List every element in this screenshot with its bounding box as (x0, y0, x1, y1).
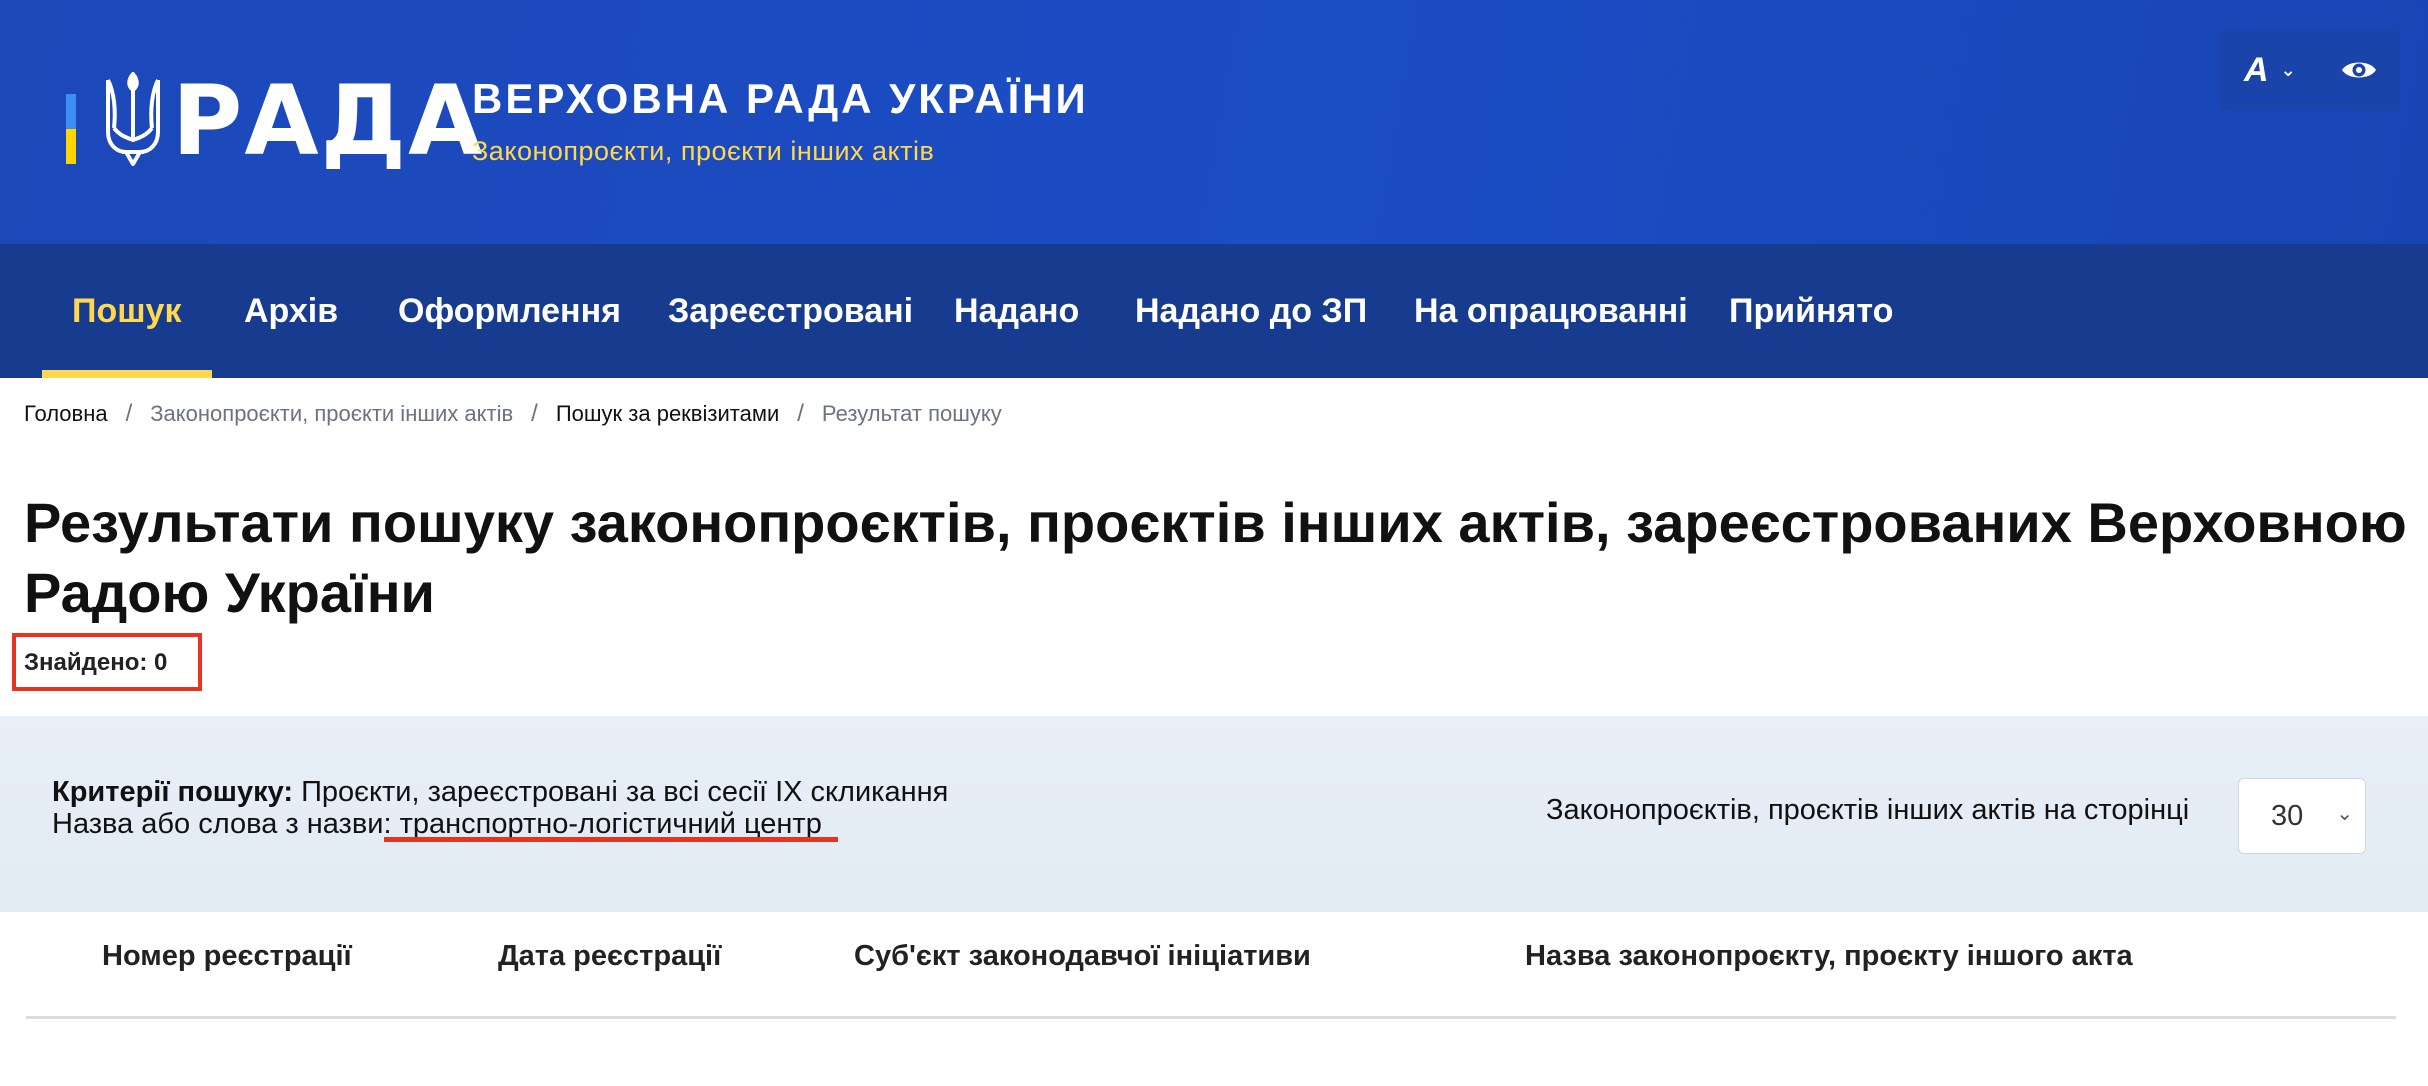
name-criteria-value: транспортно-логістичний центр (399, 808, 822, 840)
nav-item-search[interactable]: Пошук (72, 244, 181, 378)
criteria-label: Критерії пошуку: (52, 776, 294, 808)
nav-item-submitted-to-zp[interactable]: Надано до ЗП (1135, 244, 1367, 378)
flag-icon (66, 94, 76, 164)
per-page-value: 30 (2271, 799, 2304, 832)
main-nav: Пошук Архів Оформлення Зареєстровані Над… (0, 244, 2428, 378)
breadcrumb-separator: / (125, 400, 133, 427)
chevron-down-icon: ⌄ (2336, 803, 2353, 825)
table-header-divider (26, 1016, 2396, 1019)
per-page-label: Законопроєктів, проєктів інших актів на … (1546, 794, 2190, 826)
nav-item-archive[interactable]: Архів (244, 244, 338, 378)
accessibility-tools: A ⌄ (2220, 30, 2400, 110)
column-header-reg-date[interactable]: Дата реєстрації (498, 940, 721, 973)
nav-item-adopted[interactable]: Прийнято (1729, 244, 1893, 378)
highlight-underline (384, 837, 838, 842)
breadcrumb-home[interactable]: Головна (24, 401, 108, 427)
page-title: Результати пошуку законопроєктів, проєкт… (24, 491, 2407, 624)
eye-icon[interactable] (2340, 57, 2378, 83)
font-size-button[interactable]: A ⌄ (2244, 51, 2296, 90)
breadcrumb-bills[interactable]: Законопроєкти, проєкти інших актів (150, 401, 513, 427)
per-page-select[interactable]: 30 ⌄ (2238, 778, 2366, 854)
breadcrumb-current: Результат пошуку (821, 401, 1002, 426)
chevron-down-icon: ⌄ (2280, 59, 2296, 80)
nav-item-submitted[interactable]: Надано (954, 244, 1079, 378)
header-titles: ВЕРХОВНА РАДА УКРАЇНИ Законопроєкти, про… (472, 75, 1089, 167)
site-subtitle: Законопроєкти, проєкти інших актів (472, 136, 935, 167)
criteria-value: Проєкти, зареєстровані за всі сесії IX с… (301, 776, 949, 808)
site-header: РАДА ВЕРХОВНА РАДА УКРАЇНИ Законопроєкти… (0, 0, 2428, 244)
nav-item-registered[interactable]: Зареєстровані (668, 244, 913, 378)
search-criteria-panel: Критерії пошуку: Проєкти, зареєстровані … (0, 716, 2428, 912)
logo-text: РАДА (172, 65, 485, 177)
nav-item-formatting[interactable]: Оформлення (398, 244, 621, 378)
criteria-line: Критерії пошуку: Проєкти, зареєстровані … (52, 776, 948, 809)
trident-icon (106, 72, 160, 166)
breadcrumb: Головна / Законопроєкти, проєкти інших а… (24, 400, 1002, 428)
nav-item-processing[interactable]: На опрацюванні (1414, 244, 1688, 378)
results-count: Знайдено: 0 (24, 649, 168, 676)
breadcrumb-separator: / (797, 400, 804, 427)
column-header-bill-title[interactable]: Назва законопроєкту, проєкту іншого акта (1525, 940, 2133, 973)
site-logo[interactable]: РАДА (66, 70, 484, 172)
breadcrumb-search[interactable]: Пошук за реквізитами (556, 401, 779, 427)
site-title: ВЕРХОВНА РАДА УКРАЇНИ (472, 75, 1089, 122)
name-criteria-label: Назва або слова з назви: (52, 808, 392, 840)
nav-active-indicator (42, 370, 212, 378)
font-size-label: A (2244, 50, 2269, 89)
column-header-reg-number[interactable]: Номер реєстрації (102, 940, 352, 973)
column-header-initiator[interactable]: Суб'єкт законодавчої ініціативи (854, 940, 1311, 973)
breadcrumb-separator: / (531, 400, 538, 427)
